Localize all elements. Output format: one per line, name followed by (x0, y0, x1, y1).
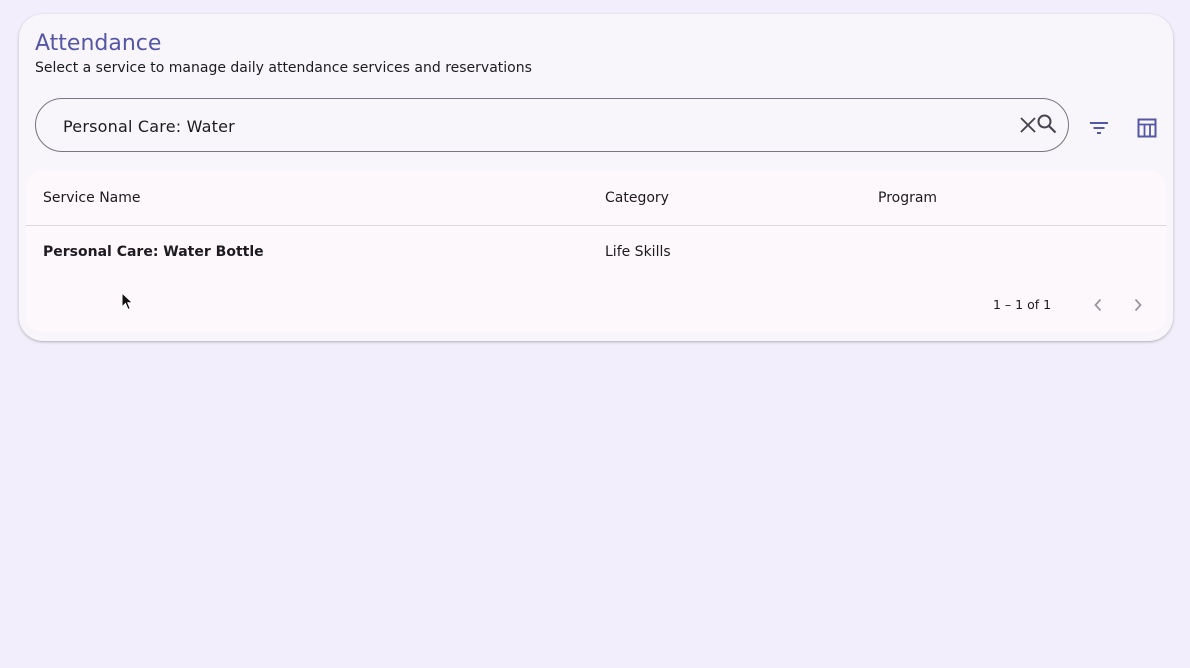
table-columns-icon[interactable] (1135, 116, 1159, 140)
table-row[interactable]: Personal Care: Water Bottle Life Skills (26, 226, 1166, 278)
search-icon[interactable] (1035, 112, 1059, 136)
page-title: Attendance (35, 31, 162, 56)
column-header-program[interactable]: Program (878, 189, 937, 207)
search-input[interactable] (63, 115, 963, 137)
column-header-category[interactable]: Category (605, 189, 669, 207)
search-bar (35, 98, 1069, 152)
chevron-left-icon[interactable] (1086, 293, 1110, 317)
cell-category: Life Skills (605, 244, 671, 260)
services-table: Service Name Category Program Personal C… (26, 170, 1166, 332)
column-header-service-name[interactable]: Service Name (43, 189, 141, 207)
attendance-card: Attendance Select a service to manage da… (19, 14, 1173, 341)
paginator-range-label: 1 – 1 of 1 (993, 297, 1052, 312)
chevron-right-icon[interactable] (1126, 293, 1150, 317)
cell-service-name: Personal Care: Water Bottle (43, 244, 264, 260)
mouse-cursor-icon (121, 291, 135, 316)
filter-icon[interactable] (1087, 116, 1111, 140)
page-subtitle: Select a service to manage daily attenda… (35, 60, 532, 76)
